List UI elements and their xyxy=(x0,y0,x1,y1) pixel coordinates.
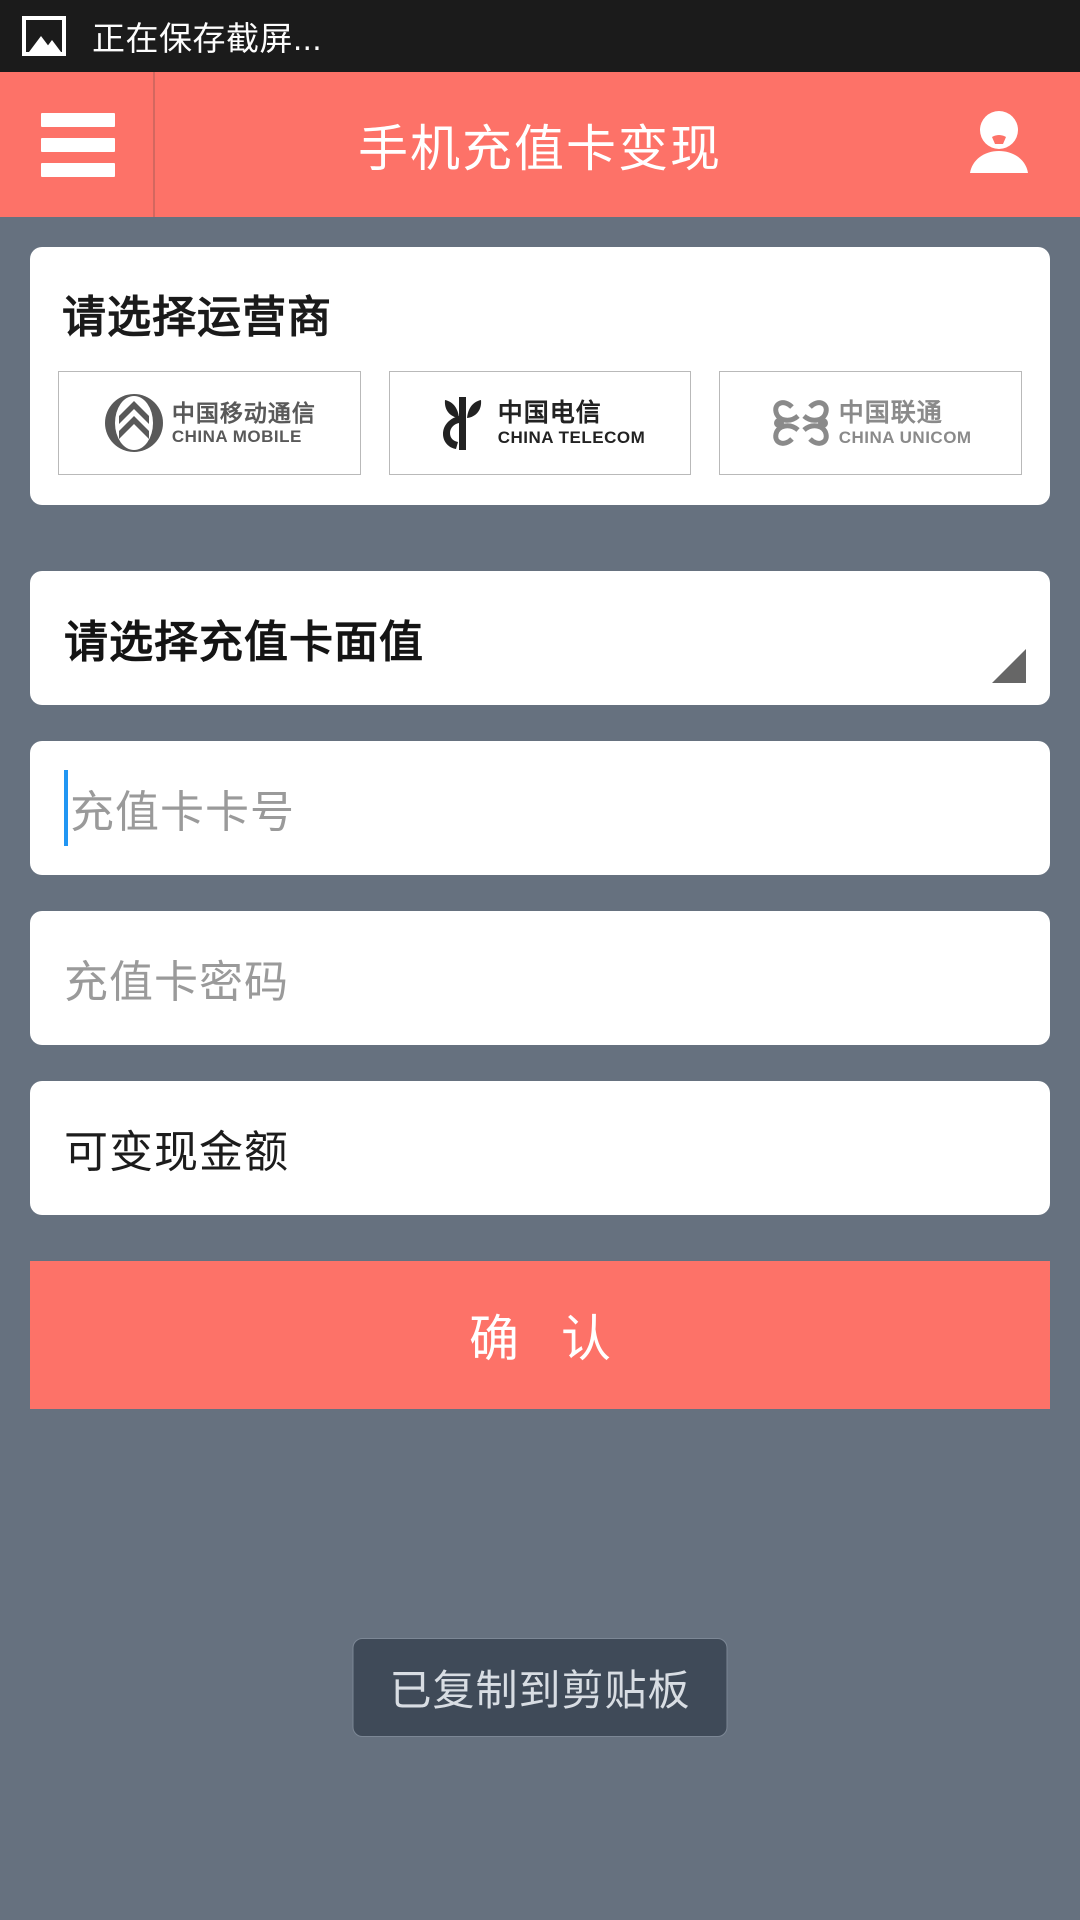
china-mobile-mark-icon xyxy=(104,394,163,452)
china-telecom-mark-icon xyxy=(442,397,481,450)
card-password-field[interactable]: 充值卡密码 xyxy=(30,911,1050,1045)
carrier-section-title: 请选择运营商 xyxy=(62,293,332,342)
carrier-option-china-unicom[interactable]: 中国联通 CHINA UNICOM xyxy=(719,371,1023,475)
china-telecom-logo: 中国电信 CHINA TELECOM xyxy=(435,392,646,454)
china-unicom-mark-icon xyxy=(773,400,829,446)
user-account-button[interactable] xyxy=(960,106,1038,184)
status-bar-text: 正在保存截屏... xyxy=(92,20,323,57)
carrier-name-cn: 中国移动通信 xyxy=(171,399,316,426)
hamburger-menu-button[interactable] xyxy=(0,72,155,217)
card-number-field[interactable]: 充值卡卡号 xyxy=(30,741,1050,875)
carrier-name-en: CHINA UNICOM xyxy=(838,427,972,447)
carrier-name-cn: 中国电信 xyxy=(497,398,602,427)
china-mobile-logo: 中国移动通信 CHINA MOBILE xyxy=(103,392,316,454)
confirm-button-label: 确 认 xyxy=(469,1311,625,1367)
carrier-name-en: CHINA MOBILE xyxy=(171,426,302,446)
carrier-tile-row: 中国移动通信 CHINA MOBILE 中国电信 CHINA TELECOM 中… xyxy=(58,371,1023,475)
cashable-amount-label: 可变现金额 xyxy=(64,1128,289,1177)
card-password-placeholder: 充值卡密码 xyxy=(64,958,289,1007)
carrier-option-china-mobile[interactable]: 中国移动通信 CHINA MOBILE xyxy=(58,371,361,475)
text-caret xyxy=(64,770,68,846)
carrier-name-en: CHINA TELECOM xyxy=(497,427,646,447)
carrier-name-cn: 中国联通 xyxy=(838,398,943,427)
confirm-button[interactable]: 确 认 xyxy=(30,1261,1050,1409)
denomination-select-label: 请选择充值卡面值 xyxy=(64,618,424,667)
user-avatar-icon xyxy=(970,110,1028,173)
hamburger-menu-icon xyxy=(40,112,115,177)
image-icon xyxy=(22,16,66,56)
status-bar: 正在保存截屏... xyxy=(0,0,1080,72)
denomination-select[interactable]: 请选择充值卡面值 xyxy=(30,571,1050,705)
card-number-placeholder: 充值卡卡号 xyxy=(70,788,295,837)
dropdown-triangle-icon xyxy=(992,649,1026,683)
app-header: 手机充值卡变现 xyxy=(0,72,1080,217)
clipboard-toast-text: 已复制到剪贴板 xyxy=(389,1667,691,1714)
cashable-amount-field[interactable]: 可变现金额 xyxy=(30,1081,1050,1215)
carrier-option-china-telecom[interactable]: 中国电信 CHINA TELECOM xyxy=(388,371,692,475)
china-unicom-logo: 中国联通 CHINA UNICOM xyxy=(770,397,972,449)
carrier-selection-card: 请选择运营商 中国移动通信 CHINA MOBILE 中国电信 CHINA TE… xyxy=(30,247,1050,505)
page-title: 手机充值卡变现 xyxy=(358,120,722,177)
clipboard-toast: 已复制到剪贴板 xyxy=(352,1638,728,1737)
